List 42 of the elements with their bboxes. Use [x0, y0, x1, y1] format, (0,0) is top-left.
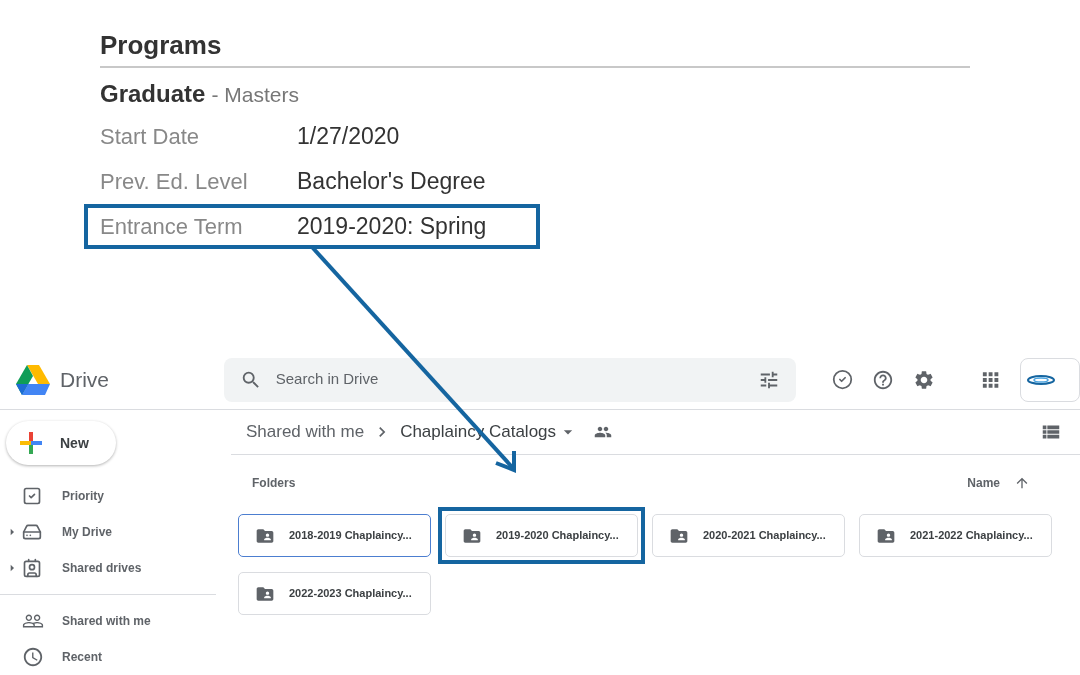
field-value: 1/27/2020 [297, 122, 400, 152]
field-label: Start Date [100, 123, 201, 151]
folder-card[interactable]: 2018-2019 Chaplaincy... [238, 514, 431, 557]
sidebar-item[interactable]: Shared drives [0, 550, 231, 586]
folder-name: 2018-2019 Chaplaincy... [289, 528, 412, 544]
folder-card[interactable]: 2019-2020 Chaplaincy... [445, 514, 638, 557]
search-bar[interactable]: Search in Drive [223, 357, 796, 402]
field-value: Bachelor's Degree [297, 167, 486, 197]
clock-icon [22, 646, 44, 668]
checkbox-icon [22, 486, 42, 506]
field-label: Entrance Term [100, 213, 244, 241]
sidebar-item[interactable]: Priority [0, 478, 231, 514]
folder-name: 2019-2020 Chaplaincy... [496, 528, 619, 544]
drive-logo-icon [16, 364, 50, 395]
drive-icon [22, 522, 42, 542]
folder-name: 2022-2023 Chaplaincy... [289, 586, 412, 602]
field-label: Prev. Ed. Level [100, 168, 249, 196]
sidebar-item[interactable]: Shared with me [0, 603, 231, 639]
account-logo[interactable] [1020, 357, 1080, 402]
sort-up-arrow-icon[interactable] [1014, 475, 1030, 491]
folder-card[interactable]: 2022-2023 Chaplaincy... [238, 572, 431, 615]
plus-icon [20, 432, 42, 454]
settings-icon[interactable] [912, 368, 935, 391]
breadcrumb-link[interactable]: Shared with me [246, 419, 365, 445]
search-field[interactable]: Search in Drive [275, 368, 758, 391]
app-name: Drive [60, 366, 109, 393]
folder-card[interactable]: 2021-2022 Chaplaincy... [859, 514, 1052, 557]
field-value: 2019-2020: Spring [297, 212, 487, 242]
section-label: Folders [252, 475, 296, 492]
folder-name: 2020-2021 Chaplaincy... [703, 528, 826, 544]
folder-card[interactable]: 2020-2021 Chaplaincy... [652, 514, 845, 557]
new-button[interactable]: New [6, 421, 116, 465]
program-degree: - Masters [211, 82, 299, 108]
help-icon[interactable] [871, 368, 894, 391]
shared-drives-icon [22, 558, 42, 578]
program-level: Graduate [100, 79, 206, 109]
sidebar-item[interactable]: My Drive [0, 514, 231, 550]
section-heading: Programs [100, 30, 222, 60]
sort-label[interactable]: Name [967, 474, 1000, 492]
sidebar-item[interactable]: Recent [0, 639, 231, 675]
folder-name: 2021-2022 Chaplaincy... [910, 528, 1033, 544]
task-check-icon[interactable] [831, 369, 853, 390]
